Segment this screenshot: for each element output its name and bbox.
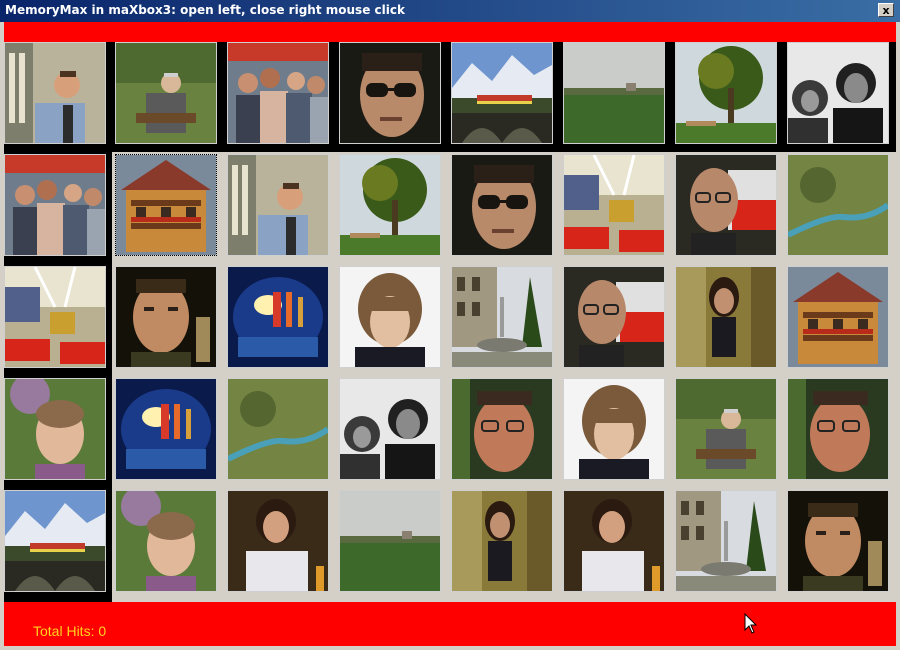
card-image: [676, 155, 776, 255]
card-woman-curtain[interactable]: [675, 266, 777, 368]
card-image: [788, 491, 888, 591]
card-chalet[interactable]: [787, 266, 889, 368]
window-title: MemoryMax in maXbox3: open left, close r…: [5, 3, 405, 17]
card-glasses-man-booth[interactable]: [675, 154, 777, 256]
card-woman-curtain[interactable]: [451, 490, 553, 592]
card-image: [788, 43, 888, 143]
card-image: [340, 267, 440, 367]
card-image: [340, 491, 440, 591]
card-crowd[interactable]: [227, 42, 329, 144]
card-woman-sweater[interactable]: [563, 490, 665, 592]
card-image: [228, 379, 328, 479]
card-image: [5, 43, 105, 143]
card-hallway-red-seats[interactable]: [4, 266, 106, 368]
card-station-man[interactable]: [227, 154, 329, 256]
card-image: [5, 491, 105, 591]
close-button[interactable]: x: [878, 3, 894, 17]
card-image: [676, 379, 776, 479]
card-image: [228, 43, 328, 143]
card-image: [452, 267, 552, 367]
card-image: [340, 43, 440, 143]
title-bar: MemoryMax in maXbox3: open left, close r…: [0, 0, 900, 22]
card-image: [564, 43, 664, 143]
total-hits-label: Total Hits: 0: [33, 623, 107, 639]
card-glasses-man-indoor[interactable]: [451, 378, 553, 480]
card-bw-group[interactable]: [787, 42, 889, 144]
card-bw-group[interactable]: [339, 378, 441, 480]
card-boy-portrait[interactable]: [563, 378, 665, 480]
card-image: [228, 155, 328, 255]
card-sunglasses-man[interactable]: [451, 154, 553, 256]
card-girl-garden[interactable]: [115, 490, 217, 592]
card-meadow[interactable]: [339, 490, 441, 592]
card-mountain-train[interactable]: [4, 490, 106, 592]
card-tree-bench[interactable]: [339, 154, 441, 256]
card-mountain-train[interactable]: [451, 42, 553, 144]
card-girl-garden[interactable]: [4, 378, 106, 480]
card-man-portrait[interactable]: [115, 266, 217, 368]
bottom-panel: [4, 602, 896, 646]
card-image: [452, 43, 552, 143]
card-image: [340, 155, 440, 255]
card-image: [564, 491, 664, 591]
card-image: [116, 491, 216, 591]
card-aerial-river[interactable]: [227, 378, 329, 480]
card-hallway-red-seats[interactable]: [563, 154, 665, 256]
card-tunnel-lights[interactable]: [227, 266, 329, 368]
card-image: [116, 155, 216, 255]
card-image: [452, 379, 552, 479]
card-fountain-building[interactable]: [451, 266, 553, 368]
card-image: [452, 155, 552, 255]
card-image: [452, 491, 552, 591]
top-panel: [4, 22, 896, 42]
card-meadow[interactable]: [563, 42, 665, 144]
card-image: [564, 267, 664, 367]
card-aerial-river[interactable]: [787, 154, 889, 256]
card-image: [228, 267, 328, 367]
card-tunnel-lights[interactable]: [115, 378, 217, 480]
card-image: [676, 491, 776, 591]
card-image: [228, 491, 328, 591]
card-image: [5, 267, 105, 367]
mouse-cursor-icon: [744, 613, 758, 634]
card-crowd[interactable]: [4, 154, 106, 256]
card-image: [564, 379, 664, 479]
card-image: [116, 43, 216, 143]
card-sunglasses-man[interactable]: [339, 42, 441, 144]
card-woman-sweater[interactable]: [227, 490, 329, 592]
card-old-man-chair[interactable]: [115, 42, 217, 144]
card-image: [564, 155, 664, 255]
card-image: [788, 379, 888, 479]
card-image: [788, 155, 888, 255]
card-old-man-chair[interactable]: [675, 378, 777, 480]
card-boy-portrait[interactable]: [339, 266, 441, 368]
card-image: [5, 155, 105, 255]
card-glasses-man-booth[interactable]: [563, 266, 665, 368]
card-image: [788, 267, 888, 367]
card-image: [116, 379, 216, 479]
card-tree-bench[interactable]: [675, 42, 777, 144]
card-image: [676, 43, 776, 143]
card-chalet[interactable]: [115, 154, 217, 256]
card-image: [676, 267, 776, 367]
card-image: [340, 379, 440, 479]
card-glasses-man-indoor[interactable]: [787, 378, 889, 480]
card-image: [116, 267, 216, 367]
card-man-portrait[interactable]: [787, 490, 889, 592]
card-station-man[interactable]: [4, 42, 106, 144]
card-fountain-building[interactable]: [675, 490, 777, 592]
card-image: [5, 379, 105, 479]
